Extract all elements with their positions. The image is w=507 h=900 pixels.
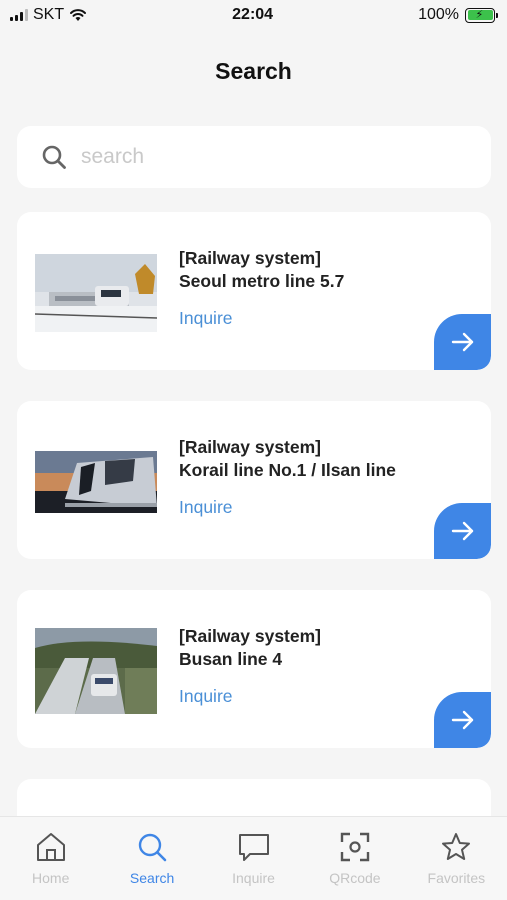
card-category: [Railway system] [179,248,322,268]
search-icon [138,833,167,862]
open-detail-button[interactable] [434,503,491,559]
card-title: Seoul metro line 5.7 [179,271,345,291]
tab-label: Inquire [232,870,275,886]
arrow-right-icon [451,521,473,541]
open-detail-button[interactable] [434,314,491,370]
result-card[interactable]: [Railway system] Busan line 4 Inquire [17,590,491,748]
carrier-label: SKT [33,6,65,23]
arrow-right-icon [451,332,473,352]
bottom-tab-bar: Home Search Inquire QRcode Favorites [0,816,507,900]
search-bar[interactable] [17,126,491,188]
tab-favorites[interactable]: Favorites [406,817,507,900]
card-category: [Railway system] [179,626,322,646]
tab-home[interactable]: Home [0,817,101,900]
qr-scan-icon [340,832,370,862]
result-card[interactable]: [Railway system] Korail line No.1 / Ilsa… [17,401,491,559]
tab-label: Favorites [427,870,486,886]
tab-label: Search [129,870,175,886]
tab-inquire[interactable]: Inquire [203,817,304,900]
inquire-link[interactable]: Inquire [179,308,233,329]
card-title: Busan line 4 [179,649,283,669]
star-icon [442,833,471,860]
home-icon [36,833,65,861]
search-input[interactable] [81,145,441,169]
open-detail-button[interactable] [434,692,491,748]
tab-label: QRcode [329,870,381,886]
status-left: SKT [10,6,87,24]
train-thumbnail [35,443,157,521]
train-thumbnail [35,628,157,714]
train-thumbnail [35,254,157,332]
tab-label: Home [32,870,70,886]
card-category: [Railway system] [179,437,322,457]
wifi-icon [70,9,87,21]
cellular-signal-icon [10,9,28,21]
battery-percent: 100% [418,6,459,23]
status-right: 100% ⚡ [418,6,498,24]
tab-search[interactable]: Search [101,817,202,900]
arrow-right-icon [451,710,473,730]
inquire-link[interactable]: Inquire [179,497,233,518]
search-icon [42,145,66,169]
result-card[interactable]: [Railway system] Seoul metro line 5.7 In… [17,212,491,370]
card-title: Korail line No.1 / Ilsan line [179,460,396,480]
chat-bubble-icon [238,834,269,861]
tab-qrcode[interactable]: QRcode [304,817,405,900]
battery-icon: ⚡ [465,7,498,23]
status-bar: SKT 22:04 100% ⚡ [0,0,507,30]
page-title: Search [215,58,292,84]
inquire-link[interactable]: Inquire [179,686,233,707]
clock: 22:04 [232,6,274,23]
